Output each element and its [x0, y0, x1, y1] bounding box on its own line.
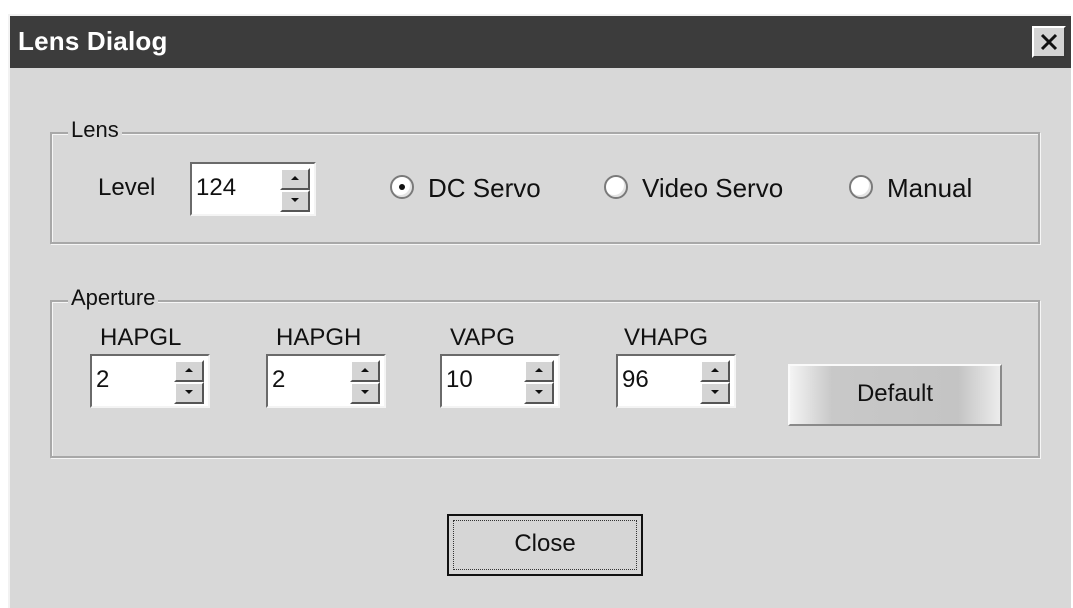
radio-selected-dot — [399, 184, 405, 190]
vapg-spin-up[interactable] — [524, 360, 554, 382]
level-field[interactable]: 124 — [190, 162, 316, 216]
close-icon — [1040, 33, 1058, 51]
window-title: Lens Dialog — [18, 26, 168, 56]
vapg-field[interactable]: 10 — [440, 354, 560, 408]
lens-group: Lens Level 124 DC Servo Video Servo Manu… — [50, 117, 1040, 244]
level-spin-up[interactable] — [280, 168, 310, 190]
arrow-up-icon — [361, 368, 369, 372]
arrow-down-icon — [535, 390, 543, 394]
radio-dc-servo-label[interactable]: DC Servo — [428, 173, 541, 203]
arrow-down-icon — [291, 198, 299, 202]
hapgl-label: HAPGL — [100, 324, 182, 351]
hapgl-spin-down[interactable] — [174, 382, 204, 404]
arrow-up-icon — [535, 368, 543, 372]
hapgl-field[interactable]: 2 — [90, 354, 210, 408]
hapgh-value[interactable]: 2 — [272, 366, 285, 394]
default-button[interactable]: Default — [788, 364, 1002, 426]
arrow-down-icon — [711, 390, 719, 394]
hapgl-value[interactable]: 2 — [96, 366, 109, 394]
arrow-up-icon — [185, 368, 193, 372]
radio-circle[interactable] — [604, 175, 628, 199]
vapg-label: VAPG — [450, 324, 515, 351]
title-bar: Lens Dialog — [10, 16, 1071, 68]
vhapg-value[interactable]: 96 — [622, 366, 649, 394]
radio-circle[interactable] — [849, 175, 873, 199]
vapg-spin-down[interactable] — [524, 382, 554, 404]
radio-video-servo[interactable]: Video Servo — [604, 173, 834, 203]
vhapg-spin-up[interactable] — [700, 360, 730, 382]
radio-circle[interactable] — [390, 175, 414, 199]
hapgh-field[interactable]: 2 — [266, 354, 386, 408]
hapgh-spin-down[interactable] — [350, 382, 380, 404]
arrow-down-icon — [361, 390, 369, 394]
hapgl-spin-up[interactable] — [174, 360, 204, 382]
close-button[interactable]: Close — [447, 514, 643, 576]
level-spin-down[interactable] — [280, 190, 310, 212]
vhapg-field[interactable]: 96 — [616, 354, 736, 408]
vhapg-label: VHAPG — [624, 324, 709, 351]
radio-manual-label[interactable]: Manual — [887, 173, 972, 203]
arrow-up-icon — [711, 368, 719, 372]
arrow-down-icon — [185, 390, 193, 394]
level-label: Level — [98, 174, 156, 201]
close-window-button[interactable] — [1032, 26, 1066, 58]
vhapg-spin-down[interactable] — [700, 382, 730, 404]
hapgh-spin-up[interactable] — [350, 360, 380, 382]
radio-dc-servo[interactable]: DC Servo — [390, 173, 590, 203]
lens-dialog: Lens Dialog Lens Level 124 DC Servo Vide… — [8, 14, 1071, 608]
focus-rect — [453, 520, 637, 570]
level-value[interactable]: 124 — [196, 174, 236, 202]
radio-manual[interactable]: Manual — [849, 173, 1019, 203]
arrow-up-icon — [291, 176, 299, 180]
aperture-group-label: Aperture — [68, 285, 159, 311]
vapg-value[interactable]: 10 — [446, 366, 473, 394]
radio-video-servo-label[interactable]: Video Servo — [642, 173, 783, 203]
lens-group-label: Lens — [68, 117, 122, 143]
hapgh-label: HAPGH — [276, 324, 362, 351]
aperture-group: Aperture HAPGL 2 HAPGH 2 VAPG 10 VHAPG 9… — [50, 285, 1040, 458]
